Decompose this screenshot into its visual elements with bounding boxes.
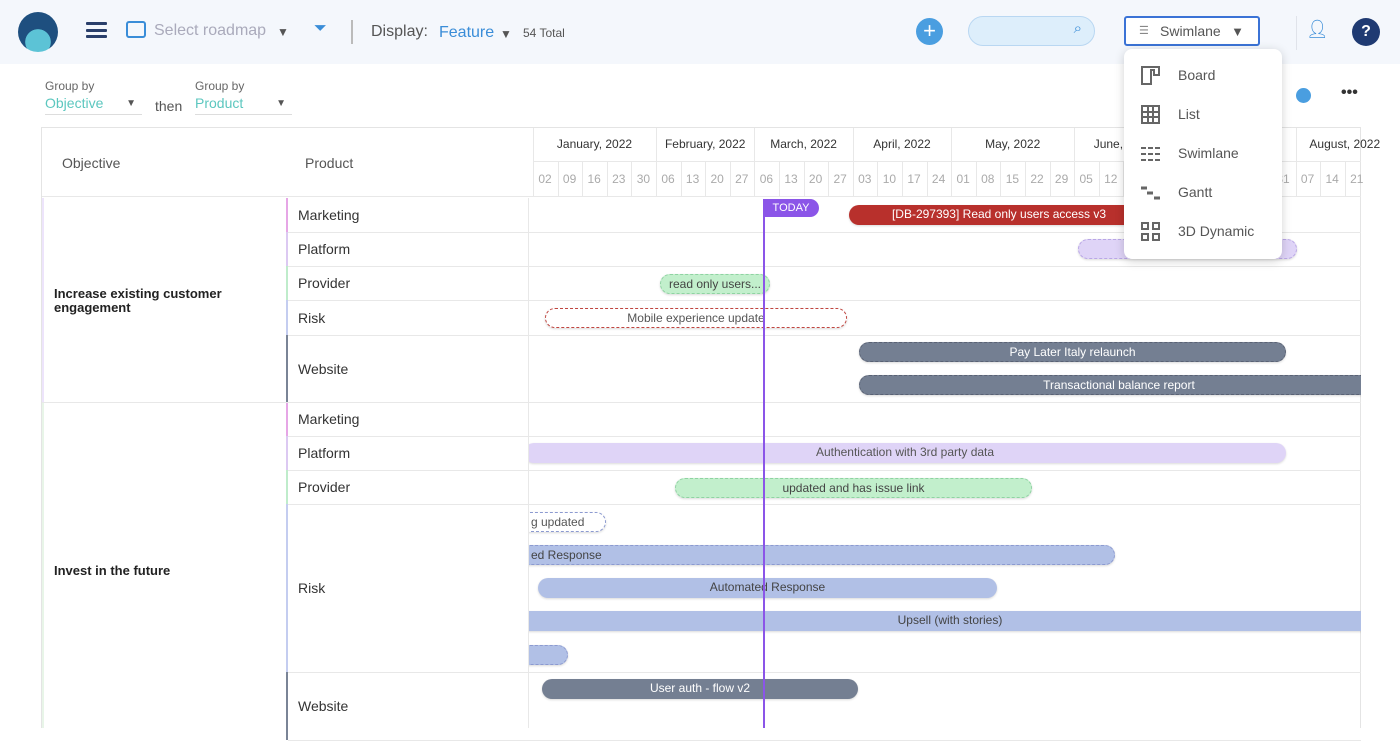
gantt-icon: [1141, 186, 1160, 200]
product-label: Risk: [298, 309, 326, 326]
briefcase-icon: [126, 21, 146, 38]
product-color-bar: [286, 504, 288, 672]
product-color-bar: [286, 672, 288, 740]
feature-bar[interactable]: Mobile experience update: [545, 308, 847, 328]
menu-item-swimlane[interactable]: Swimlane: [1124, 134, 1282, 173]
feature-bar[interactable]: User auth - flow v2: [542, 679, 858, 699]
product-label: Provider: [298, 275, 351, 291]
feature-bar[interactable]: Upsell (with stories): [529, 611, 1361, 631]
view-menu: Board List Swimlane Gantt 3D Dynamic: [1124, 49, 1282, 259]
select-value: Objective: [45, 95, 104, 111]
group-by-label: Group by: [45, 79, 95, 93]
today-marker: TODAY: [763, 199, 819, 217]
product-color-bar: [286, 470, 288, 504]
list-icon: [1141, 105, 1160, 124]
feature-bar[interactable]: Automated Response: [538, 578, 997, 598]
product-label: Risk: [298, 580, 326, 596]
then-label: then: [155, 98, 183, 114]
divider: [42, 402, 288, 403]
menu-label: List: [1178, 106, 1200, 122]
product-color-bar: [286, 402, 288, 436]
product-column-header: Product: [305, 155, 354, 171]
grid-icon: [1141, 222, 1160, 241]
menu-label: 3D Dynamic: [1178, 223, 1255, 239]
menu-icon[interactable]: [86, 22, 107, 38]
feature-bar[interactable]: ed Response: [529, 545, 1115, 565]
feature-bar[interactable]: updated and has issue link: [675, 478, 1032, 498]
product-label: Website: [298, 698, 349, 714]
group-by-product-select[interactable]: Product ▼: [195, 95, 292, 115]
filter-icon[interactable]: ⏷: [314, 20, 327, 38]
chevron-down-icon[interactable]: ▼: [277, 25, 289, 39]
menu-label: Swimlane: [1178, 145, 1239, 161]
product-color-bar: [286, 198, 288, 232]
menu-item-3d-dynamic[interactable]: 3D Dynamic: [1124, 212, 1282, 251]
product-color-bar: [286, 436, 288, 470]
feature-bar[interactable]: Pay Later Italy relaunch: [859, 342, 1286, 362]
feature-bar[interactable]: [DB-297393] Read only users access v3: [849, 205, 1149, 225]
select-roadmap[interactable]: Select roadmap: [154, 22, 266, 40]
menu-item-board[interactable]: Board: [1124, 56, 1282, 95]
app-logo[interactable]: [18, 12, 58, 52]
objective-color-bar: [42, 403, 44, 728]
display-label: Display:: [371, 23, 428, 40]
product-color-bar: [286, 232, 288, 266]
menu-item-list[interactable]: List: [1124, 95, 1282, 134]
product-label: Website: [298, 360, 349, 377]
product-label: Marketing: [298, 207, 360, 223]
menu-item-gantt[interactable]: Gantt: [1124, 173, 1282, 212]
select-value: Product: [195, 95, 244, 111]
chevron-down-icon[interactable]: ▼: [500, 27, 512, 41]
feature-bar[interactable]: [529, 645, 568, 665]
product-color-bar: [286, 266, 288, 300]
product-label: Platform: [298, 445, 351, 461]
today-line: [763, 199, 765, 728]
product-label: Marketing: [298, 411, 360, 427]
product-color-bar: [286, 300, 288, 335]
board-icon: [1141, 66, 1160, 85]
objective-color-bar: [42, 198, 44, 402]
feature-bar[interactable]: g updated: [529, 512, 606, 532]
feature-bar[interactable]: Authentication with 3rd party data: [529, 443, 1286, 463]
objective-label: Invest in the future: [54, 563, 171, 578]
menu-label: Gantt: [1178, 184, 1213, 200]
feature-bar[interactable]: Transactional balance report: [859, 375, 1361, 395]
group-by-objective-select[interactable]: Objective ▼: [45, 95, 142, 115]
menu-label: Board: [1178, 67, 1216, 83]
group-by-label: Group by: [195, 79, 245, 93]
display-select[interactable]: Feature: [439, 24, 494, 42]
objective-column-header: Objective: [62, 155, 121, 171]
product-color-bar: [286, 335, 288, 402]
product-label: Platform: [298, 241, 351, 257]
objective-label: Increase existing customer engagement: [54, 286, 222, 315]
feature-bar[interactable]: read only users...: [660, 274, 770, 294]
swimlane-icon: [1141, 147, 1160, 161]
product-label: Provider: [298, 479, 351, 495]
divider: [351, 20, 353, 44]
